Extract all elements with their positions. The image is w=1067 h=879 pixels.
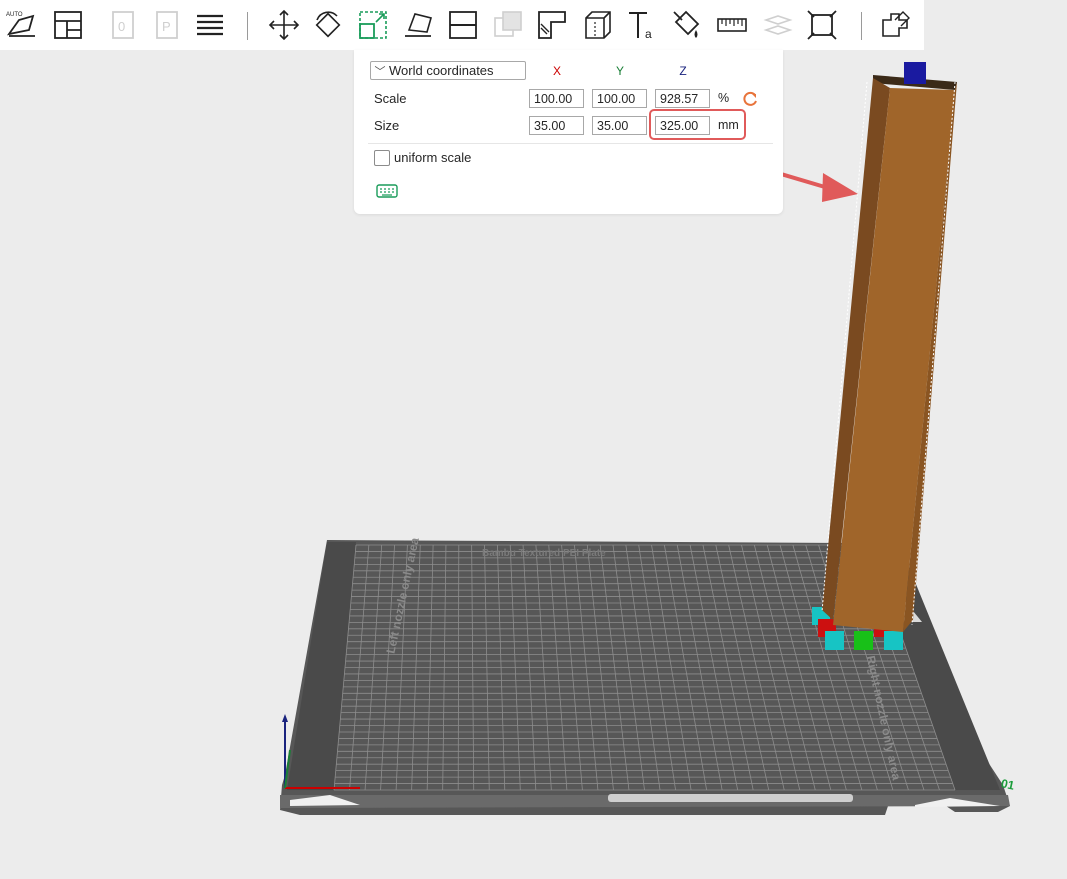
chevron-down-icon: ﹀	[374, 65, 386, 78]
size-z-highlight	[649, 109, 746, 140]
plate-number: 01	[1000, 776, 1016, 793]
svg-text:0: 0	[118, 19, 125, 34]
size-label: Size	[374, 118, 400, 133]
split-parts-icon[interactable]	[878, 6, 914, 44]
color-painting-icon[interactable]	[669, 6, 705, 44]
divider	[368, 143, 773, 144]
plate-type-label: Bambu Textured PEI Plate	[482, 548, 606, 559]
z-axis-arrow	[282, 714, 288, 722]
seam-painting-icon[interactable]	[579, 6, 615, 44]
move-icon[interactable]	[266, 6, 302, 44]
size-x-input[interactable]: 35.00	[529, 116, 584, 135]
svg-text:AUTO: AUTO	[6, 12, 23, 18]
tower-model[interactable]	[821, 62, 957, 632]
coordinate-system-dropdown[interactable]: ﹀ World coordinates	[370, 61, 526, 80]
rotate-icon[interactable]	[310, 6, 346, 44]
auto-orient-icon[interactable]: AUTO	[4, 6, 40, 44]
object-manipulation-panel: ﹀ World coordinates X Y Z Scale 100.00 1…	[354, 50, 783, 214]
coordinate-system-value: World coordinates	[389, 63, 494, 78]
scale-z-input[interactable]: 928.57	[655, 89, 710, 108]
add-plate-p-icon[interactable]: P	[148, 6, 184, 44]
main-toolbar: AUTO 0 P a	[0, 0, 924, 50]
x-axis-header: X	[552, 64, 561, 78]
scale-unit: %	[718, 91, 730, 105]
scale-label: Scale	[374, 91, 407, 106]
lay-on-face-icon[interactable]	[400, 6, 436, 44]
uniform-scale-checkbox[interactable]	[374, 150, 390, 166]
arrange-icon[interactable]	[50, 6, 86, 44]
plate-label-slot	[608, 794, 853, 802]
assembly-icon[interactable]	[759, 6, 795, 44]
scale-x-input[interactable]: 100.00	[529, 89, 584, 108]
support-painting-icon[interactable]	[534, 6, 570, 44]
reset-scale-icon[interactable]	[743, 91, 759, 107]
cut-icon[interactable]	[445, 6, 481, 44]
size-y-input[interactable]: 35.00	[592, 116, 647, 135]
add-plate-icon[interactable]: 0	[104, 6, 140, 44]
toolbar-separator	[861, 12, 862, 40]
fit-bed-icon[interactable]	[804, 6, 840, 44]
y-axis-header: Y	[615, 64, 624, 78]
scale-icon[interactable]	[355, 6, 391, 44]
z-axis-header: Z	[679, 64, 687, 78]
scale-y-input[interactable]: 100.00	[592, 89, 647, 108]
boolean-icon[interactable]	[490, 6, 526, 44]
svg-text:P: P	[162, 19, 171, 34]
text-icon[interactable]: a	[624, 6, 660, 44]
layers-icon[interactable]	[192, 6, 228, 44]
toolbar-separator	[247, 12, 248, 40]
keyboard-icon[interactable]	[376, 183, 398, 199]
uniform-scale-label: uniform scale	[394, 150, 472, 165]
svg-text:a: a	[645, 27, 652, 41]
measure-icon[interactable]	[714, 6, 750, 44]
